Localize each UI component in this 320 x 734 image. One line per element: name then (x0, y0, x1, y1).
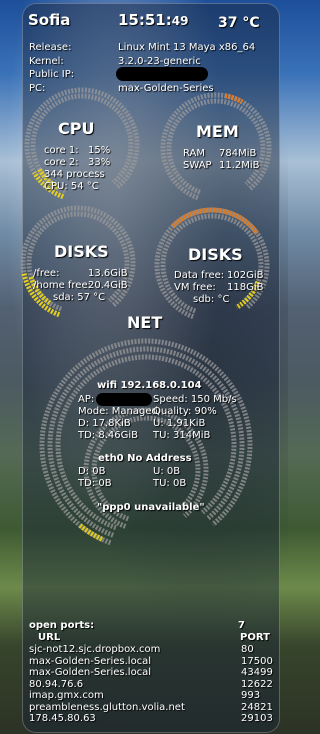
public-ip-label: Public IP: (29, 69, 75, 80)
wifi-total-up: TU: 314MiB (153, 430, 211, 441)
port-row-url: 80.94.76.6 (29, 678, 84, 690)
disk-home-free-value: 20.4GiB (88, 280, 128, 291)
wifi-mode: Mode: Managed (78, 406, 158, 417)
mem-title: MEM (196, 122, 239, 141)
cpu-core1-value: 15% (88, 145, 111, 156)
eth0-total-down: TD: 0B (78, 478, 112, 489)
port-row-port: 29103 (241, 713, 273, 724)
eth0-title: eth0 No Address (98, 453, 192, 464)
eth0-total-up: TU: 0B (153, 478, 187, 489)
pc-label: PC: (29, 83, 46, 94)
port-row-port: 43499 (241, 667, 273, 678)
disk-vm-free-value: 118GiB (227, 282, 264, 293)
wifi-down: D: 17.8KiB (78, 418, 131, 429)
public-ip-redaction (116, 67, 208, 81)
disk-root-free-label: /free: (33, 268, 60, 279)
port-row-url: preambleness.glutton.volia.net (29, 701, 185, 713)
mem-ram-value: 784MiB (219, 148, 257, 159)
kernel-value: 3.2.0-23-generic (118, 56, 201, 67)
wifi-ap-redaction (96, 393, 152, 406)
mem-swap-label: SWAP (183, 160, 212, 171)
port-row-url: max-Golden-Series.local (29, 655, 152, 667)
disk-home-free-label: /home free: (33, 280, 91, 291)
clock-seconds: 49 (171, 14, 189, 28)
open-ports-title: open ports: (29, 620, 95, 631)
wifi-up: U: 1.91KiB (153, 418, 206, 429)
kernel-label: Kernel: (29, 56, 64, 67)
cpu-processes: 344 process (44, 169, 105, 180)
hostname: Sofia (28, 11, 71, 29)
cpu-title: CPU (58, 119, 95, 138)
pc-value: max-Golden-Series (118, 83, 214, 94)
disk-vm-free-label: VM free: (174, 282, 216, 293)
disk-data-free-value: 102GiB (227, 270, 264, 281)
wifi-title: wifi 192.168.0.104 (97, 380, 202, 391)
eth0-down: D: 0B (78, 466, 106, 477)
wifi-ap-label: AP: (78, 394, 95, 405)
cpu-core2-label: core 2: (44, 157, 79, 168)
port-row-port: 993 (241, 690, 261, 701)
cpu-temperature: CPU: 54 °C (44, 181, 99, 192)
mem-ram-label: RAM (183, 148, 206, 159)
net-title: NET (127, 313, 163, 332)
disks-left-title: DISKS (54, 242, 109, 261)
port-row-port: 17500 (241, 655, 273, 667)
port-row-url: imap.gmx.com (29, 690, 104, 701)
ports-url-header: URL (38, 632, 61, 643)
port-row-port: 24821 (241, 701, 273, 713)
ppp0-status: "ppp0 unavailable" (97, 502, 205, 513)
port-row-url: 178.45.80.63 (29, 713, 96, 724)
port-row-port: 80 (241, 644, 254, 655)
release-value: Linux Mint 13 Maya x86_64 (118, 42, 256, 53)
open-ports-count: 7 (238, 620, 245, 631)
disks-right-title: DISKS (188, 245, 243, 264)
eth0-up: U: 0B (153, 466, 181, 477)
wifi-quality: Quality: 90% (153, 406, 217, 417)
wifi-speed: Speed: 150 Mb/s (153, 394, 237, 405)
sdb-temperature: sdb: °C (193, 294, 230, 305)
disk-data-free-label: Data free: (174, 270, 225, 281)
clock-hm: 15:51: (118, 11, 172, 29)
temperature: 37 °C (218, 15, 260, 31)
cpu-core2-value: 33% (88, 157, 111, 168)
mem-gauge-track (160, 92, 272, 201)
port-row-url: max-Golden-Series.local (29, 667, 152, 678)
cpu-core1-label: core 1: (44, 145, 79, 156)
ports-port-header: PORT (240, 632, 270, 643)
disk-root-free-value: 13.6GiB (88, 268, 128, 279)
wifi-total-down: TD: 8.46GiB (78, 430, 139, 441)
port-row-url: sjc-not12.sjc.dropbox.com (29, 644, 161, 655)
mem-gauge-track (166, 98, 266, 195)
clock: 15:51:49 (118, 12, 188, 30)
port-row-port: 12622 (241, 678, 273, 690)
release-label: Release: (29, 42, 72, 53)
mem-swap-value: 11.2MiB (219, 160, 260, 171)
sda-temperature: sda: 57 °C (53, 292, 106, 303)
mem-gauge-level (224, 93, 244, 105)
